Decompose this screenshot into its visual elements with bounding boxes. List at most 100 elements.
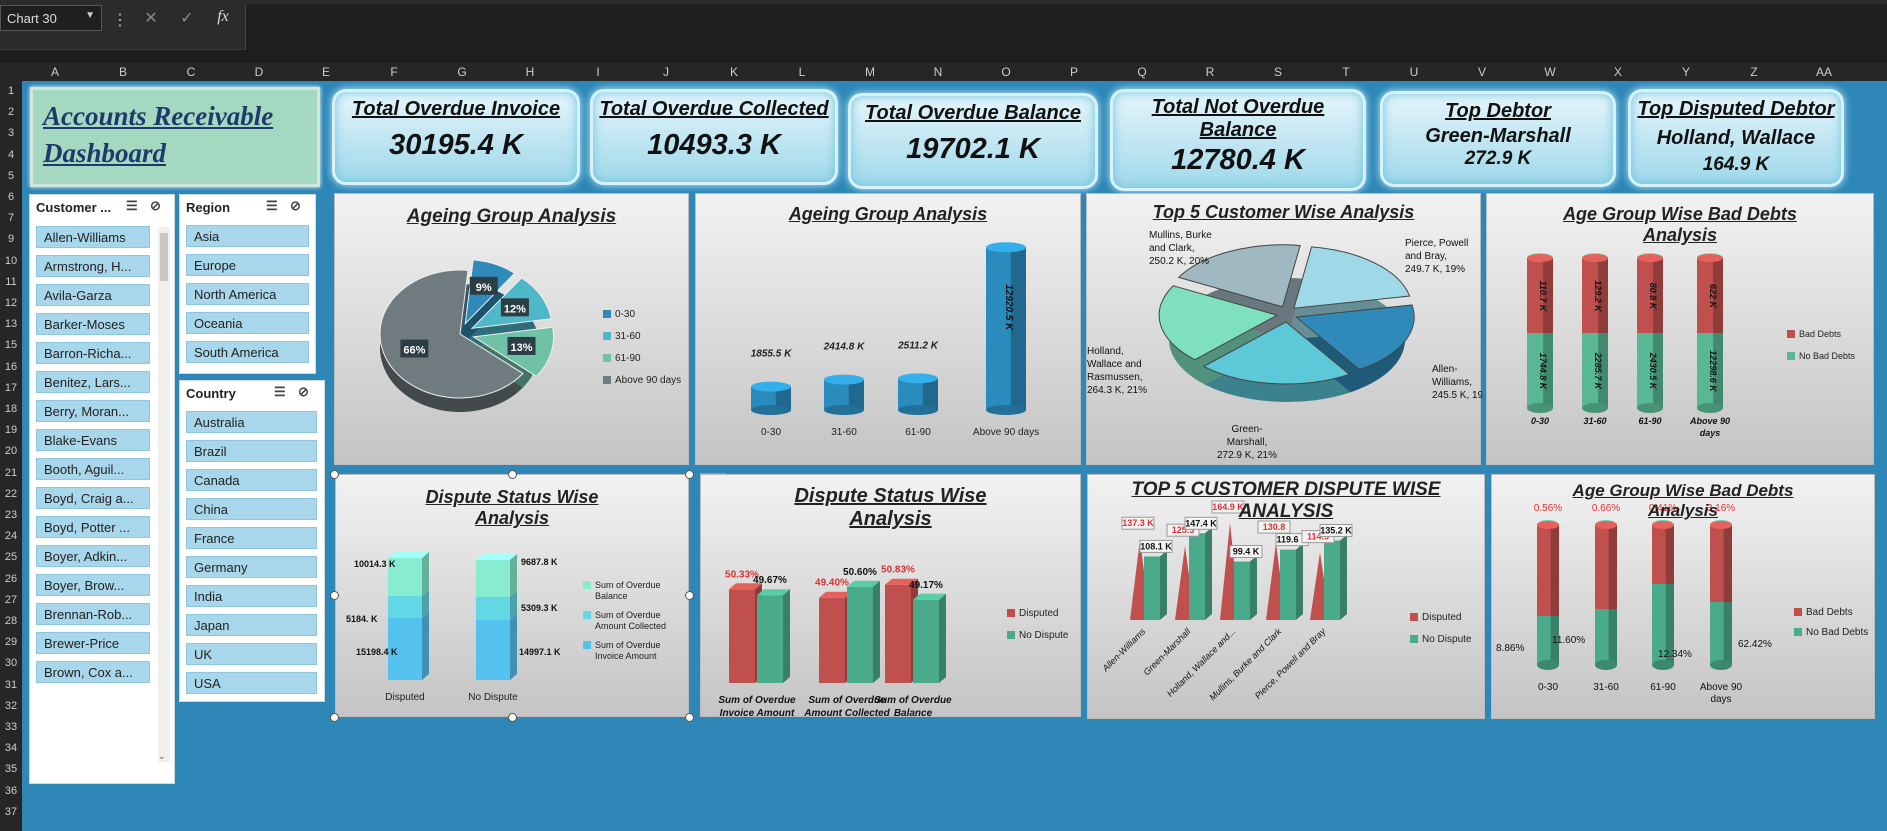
column-header-N[interactable]: N xyxy=(918,63,958,81)
bad-debts-value-chart[interactable]: Age Group Wise Bad Debts Analysis 110.7 … xyxy=(1486,193,1874,465)
formula-input[interactable] xyxy=(245,4,1887,50)
name-box[interactable]: Chart 30 ▼ xyxy=(0,5,102,31)
enter-icon[interactable]: ✓ xyxy=(174,8,200,28)
column-header-S[interactable]: S xyxy=(1258,63,1298,81)
region-slicer-item[interactable]: South America xyxy=(186,341,309,363)
column-header-L[interactable]: L xyxy=(782,63,822,81)
scrollbar[interactable]: ⌄ xyxy=(158,227,170,762)
row-header-35[interactable]: 35 xyxy=(0,763,22,775)
region-slicer-item[interactable]: Asia xyxy=(186,225,309,247)
column-header-V[interactable]: V xyxy=(1462,63,1502,81)
scroll-down-icon[interactable]: ⌄ xyxy=(158,751,170,762)
country-slicer-item[interactable]: Japan xyxy=(186,614,317,636)
column-header-E[interactable]: E xyxy=(306,63,346,81)
row-header-19[interactable]: 19 xyxy=(0,424,22,436)
row-header-26[interactable]: 26 xyxy=(0,573,22,585)
region-slicer-item[interactable]: North America xyxy=(186,283,309,305)
multi-select-icon[interactable]: ☰ xyxy=(274,384,286,400)
row-header-15[interactable]: 15 xyxy=(0,339,22,351)
resize-handle[interactable] xyxy=(330,591,339,600)
top5-customer-pie-chart[interactable]: Top 5 Customer Wise Analysis Pierce, Pow… xyxy=(1086,193,1492,465)
row-header-10[interactable]: 10 xyxy=(0,255,22,267)
kpi-overdue-collected[interactable]: Total Overdue Collected 10493.3 K xyxy=(590,89,838,185)
multi-select-icon[interactable]: ☰ xyxy=(266,198,278,214)
row-header-30[interactable]: 30 xyxy=(0,657,22,669)
cancel-icon[interactable]: ✕ xyxy=(138,8,164,28)
column-header-G[interactable]: G xyxy=(442,63,482,81)
customer-slicer-item[interactable]: Allen-Williams xyxy=(36,226,150,248)
chevron-down-icon[interactable]: ▼ xyxy=(85,10,95,21)
row-header-11[interactable]: 11 xyxy=(0,276,22,288)
row-header-32[interactable]: 32 xyxy=(0,700,22,712)
column-header-H[interactable]: H xyxy=(510,63,550,81)
column-header-W[interactable]: W xyxy=(1530,63,1570,81)
resize-handle[interactable] xyxy=(330,713,339,722)
row-header-33[interactable]: 33 xyxy=(0,721,22,733)
column-header-F[interactable]: F xyxy=(374,63,414,81)
country-slicer-item[interactable]: India xyxy=(186,585,317,607)
ageing-bar-chart[interactable]: Ageing Group Analysis 0-30 1855.5 K 31-60 2… xyxy=(695,193,1081,465)
column-header-J[interactable]: J xyxy=(646,63,686,81)
dispute-percent-chart[interactable]: Dispute Status Wise Analysis 50.33% 49.67… xyxy=(700,474,1081,719)
row-header-3[interactable]: 3 xyxy=(0,127,22,139)
resize-handle[interactable] xyxy=(508,713,517,722)
more-options-icon[interactable]: ⋮ xyxy=(112,10,128,30)
column-header-C[interactable]: C xyxy=(171,63,211,81)
resize-handle[interactable] xyxy=(685,591,694,600)
row-header-27[interactable]: 27 xyxy=(0,594,22,606)
country-slicer-item[interactable]: UK xyxy=(186,643,317,665)
row-header-12[interactable]: 12 xyxy=(0,297,22,309)
row-header-1[interactable]: 1 xyxy=(0,85,22,97)
column-header-R[interactable]: R xyxy=(1190,63,1230,81)
row-header-16[interactable]: 16 xyxy=(0,361,22,373)
country-slicer-item[interactable]: Germany xyxy=(186,556,317,578)
row-header-29[interactable]: 29 xyxy=(0,636,22,648)
row-header-24[interactable]: 24 xyxy=(0,530,22,542)
customer-slicer-item[interactable]: Booth, Aguil... xyxy=(36,458,150,480)
column-header-U[interactable]: U xyxy=(1394,63,1434,81)
column-header-B[interactable]: B xyxy=(103,63,143,81)
resize-handle[interactable] xyxy=(685,470,694,479)
clear-filter-icon[interactable]: ⊘ xyxy=(150,198,161,214)
customer-slicer-item[interactable]: Benitez, Lars... xyxy=(36,371,150,393)
row-header-25[interactable]: 25 xyxy=(0,551,22,563)
row-header-2[interactable]: 2 xyxy=(0,106,22,118)
region-slicer-item[interactable]: Oceania xyxy=(186,312,309,334)
customer-slicer-item[interactable]: Avila-Garza xyxy=(36,284,150,306)
row-header-4[interactable]: 4 xyxy=(0,149,22,161)
column-header-D[interactable]: D xyxy=(239,63,279,81)
row-header-13[interactable]: 13 xyxy=(0,318,22,330)
row-header-7[interactable]: 7 xyxy=(0,212,22,224)
country-slicer[interactable]: Country ☰ ⊘ Australia Brazil Canada China Fran… xyxy=(179,380,325,702)
row-header-22[interactable]: 22 xyxy=(0,488,22,500)
column-header-X[interactable]: X xyxy=(1598,63,1638,81)
row-header-31[interactable]: 31 xyxy=(0,679,22,691)
column-header-T[interactable]: T xyxy=(1326,63,1366,81)
customer-slicer-item[interactable]: Brewer-Price xyxy=(36,632,150,654)
column-header-M[interactable]: M xyxy=(850,63,890,81)
multi-select-icon[interactable]: ☰ xyxy=(126,198,138,214)
region-slicer-item[interactable]: Europe xyxy=(186,254,309,276)
customer-slicer-item[interactable]: Boyd, Craig a... xyxy=(36,487,150,509)
row-header-23[interactable]: 23 xyxy=(0,509,22,521)
scrollbar-thumb[interactable] xyxy=(160,233,168,281)
customer-slicer-item[interactable]: Boyer, Brow... xyxy=(36,574,150,596)
row-header-34[interactable]: 34 xyxy=(0,742,22,754)
row-header-9[interactable]: 9 xyxy=(0,233,22,245)
ageing-pie-chart[interactable]: Ageing Group Analysis 9% 12% 13% 66% 0-30 31-… xyxy=(334,193,689,465)
kpi-overdue-invoice[interactable]: Total Overdue Invoice 30195.4 K xyxy=(332,89,580,185)
resize-handle[interactable] xyxy=(685,713,694,722)
insert-function-icon[interactable]: fx xyxy=(210,8,236,28)
country-slicer-item[interactable]: China xyxy=(186,498,317,520)
customer-slicer-item[interactable]: Armstrong, H... xyxy=(36,255,150,277)
region-slicer[interactable]: Region ☰ ⊘ Asia Europe North America Oceania S… xyxy=(179,194,316,374)
kpi-top-debtor[interactable]: Top Debtor Green-Marshall 272.9 K xyxy=(1380,91,1616,187)
kpi-overdue-balance[interactable]: Total Overdue Balance 19702.1 K xyxy=(848,93,1098,189)
column-header-Q[interactable]: Q xyxy=(1122,63,1162,81)
customer-slicer-item[interactable]: Berry, Moran... xyxy=(36,400,150,422)
row-header-36[interactable]: 36 xyxy=(0,785,22,797)
top5-dispute-chart[interactable]: TOP 5 CUSTOMER DISPUTE WISE ANALYSIS 137… xyxy=(1087,474,1485,719)
country-slicer-item[interactable]: Australia xyxy=(186,411,317,433)
row-header-37[interactable]: 37 xyxy=(0,806,22,818)
customer-slicer-item[interactable]: Barron-Richa... xyxy=(36,342,150,364)
